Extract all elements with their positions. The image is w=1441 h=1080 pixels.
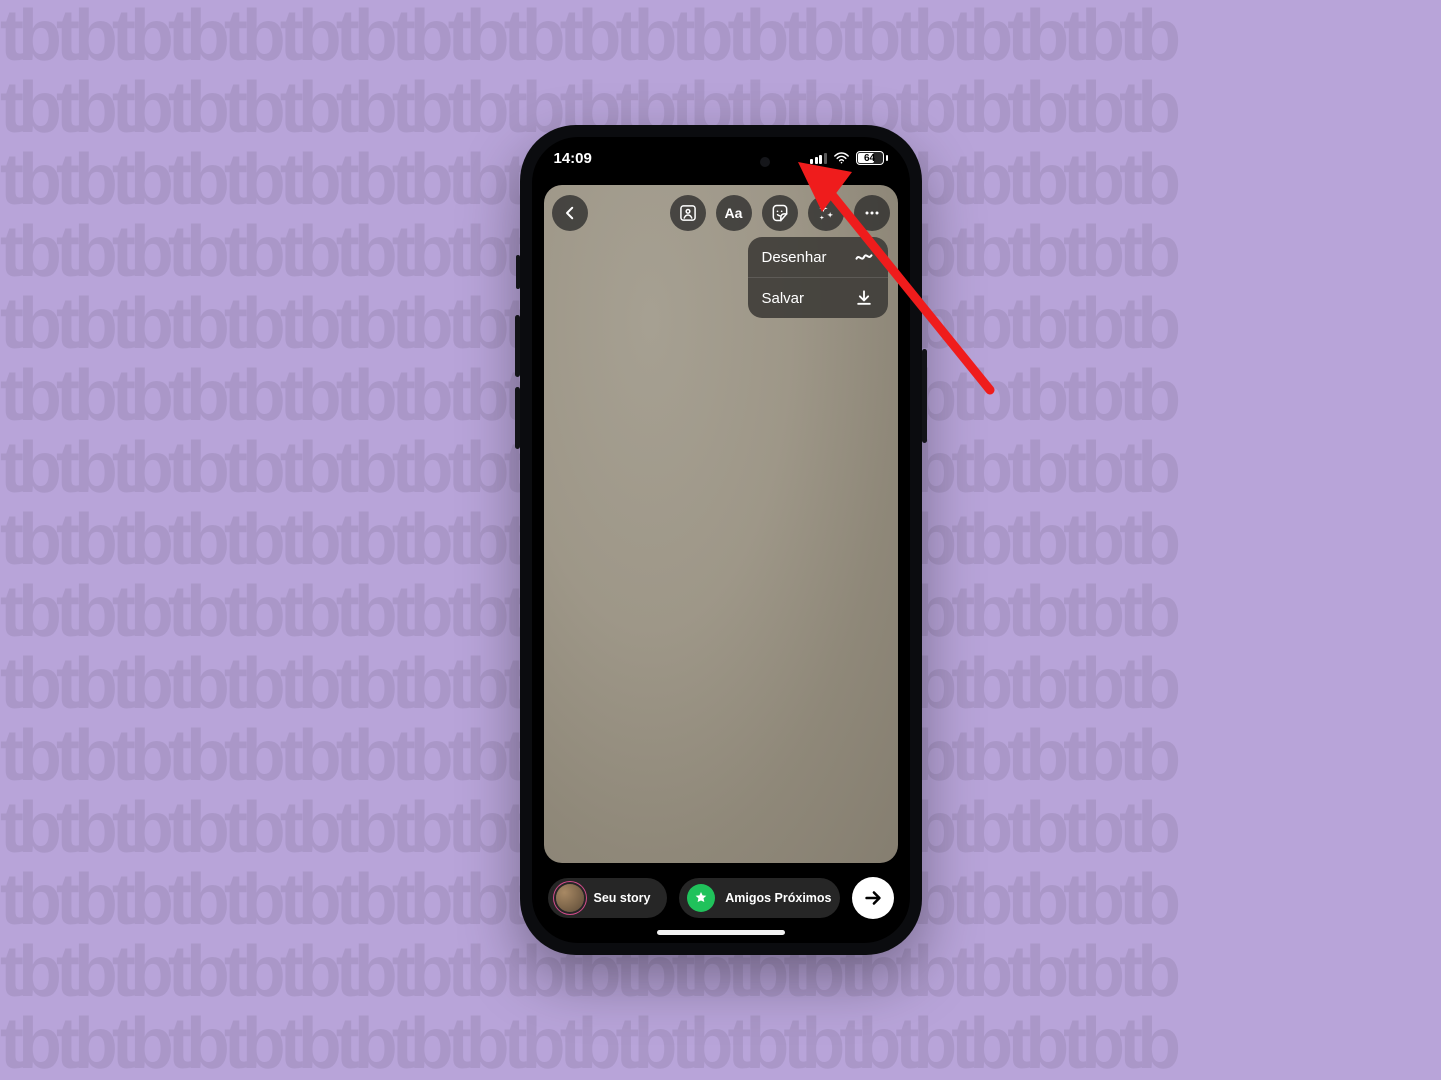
menu-item-label: Salvar bbox=[762, 290, 805, 307]
pill-label: Amigos Próximos bbox=[725, 891, 831, 905]
cellular-signal-icon bbox=[810, 153, 827, 164]
battery-indicator: 64 bbox=[856, 151, 888, 165]
ellipsis-icon bbox=[862, 203, 882, 223]
page-background: tbtbtbtbtbtbtbtbtbtbtbtbtbtbtbtbtbtbtbtb… bbox=[0, 0, 1441, 1080]
more-options-menu: Desenhar Salvar bbox=[748, 237, 888, 318]
phone-mute-switch bbox=[516, 255, 520, 289]
phone-screen: 14:09 64 bbox=[532, 137, 910, 943]
arrow-right-icon bbox=[862, 887, 884, 909]
back-button[interactable] bbox=[552, 195, 588, 231]
more-options-button[interactable] bbox=[854, 195, 890, 231]
share-close-friends[interactable]: Amigos Próximos bbox=[679, 878, 839, 918]
status-bar: 14:09 64 bbox=[532, 137, 910, 179]
home-indicator bbox=[657, 930, 785, 935]
text-button[interactable]: Aa bbox=[716, 195, 752, 231]
sparkle-icon bbox=[816, 203, 836, 223]
share-your-story[interactable]: Seu story bbox=[548, 878, 668, 918]
sticker-icon bbox=[770, 203, 790, 223]
phone-volume-down bbox=[515, 387, 520, 449]
mention-button[interactable] bbox=[670, 195, 706, 231]
scribble-icon bbox=[854, 247, 874, 267]
battery-percent: 64 bbox=[857, 152, 883, 164]
tag-person-icon bbox=[678, 203, 698, 223]
sticker-button[interactable] bbox=[762, 195, 798, 231]
share-bar: Seu story Amigos Próximos bbox=[548, 875, 894, 921]
menu-item-draw[interactable]: Desenhar bbox=[748, 237, 888, 277]
send-button[interactable] bbox=[852, 877, 894, 919]
phone-volume-up bbox=[515, 315, 520, 377]
star-icon bbox=[693, 890, 709, 906]
menu-item-save[interactable]: Salvar bbox=[748, 277, 888, 318]
text-aa-icon: Aa bbox=[725, 205, 743, 221]
avatar bbox=[556, 884, 584, 912]
story-toolbar: Aa bbox=[552, 193, 890, 233]
pill-label: Seu story bbox=[594, 891, 651, 905]
phone-mockup: 14:09 64 bbox=[520, 125, 922, 955]
phone-body: 14:09 64 bbox=[520, 125, 922, 955]
wifi-icon bbox=[833, 152, 850, 164]
status-time: 14:09 bbox=[554, 150, 592, 167]
download-icon bbox=[854, 288, 874, 308]
phone-power-button bbox=[922, 349, 927, 443]
close-friends-badge bbox=[687, 884, 715, 912]
menu-item-label: Desenhar bbox=[762, 249, 827, 266]
chevron-left-icon bbox=[561, 204, 579, 222]
effects-button[interactable] bbox=[808, 195, 844, 231]
status-right: 64 bbox=[810, 151, 888, 165]
